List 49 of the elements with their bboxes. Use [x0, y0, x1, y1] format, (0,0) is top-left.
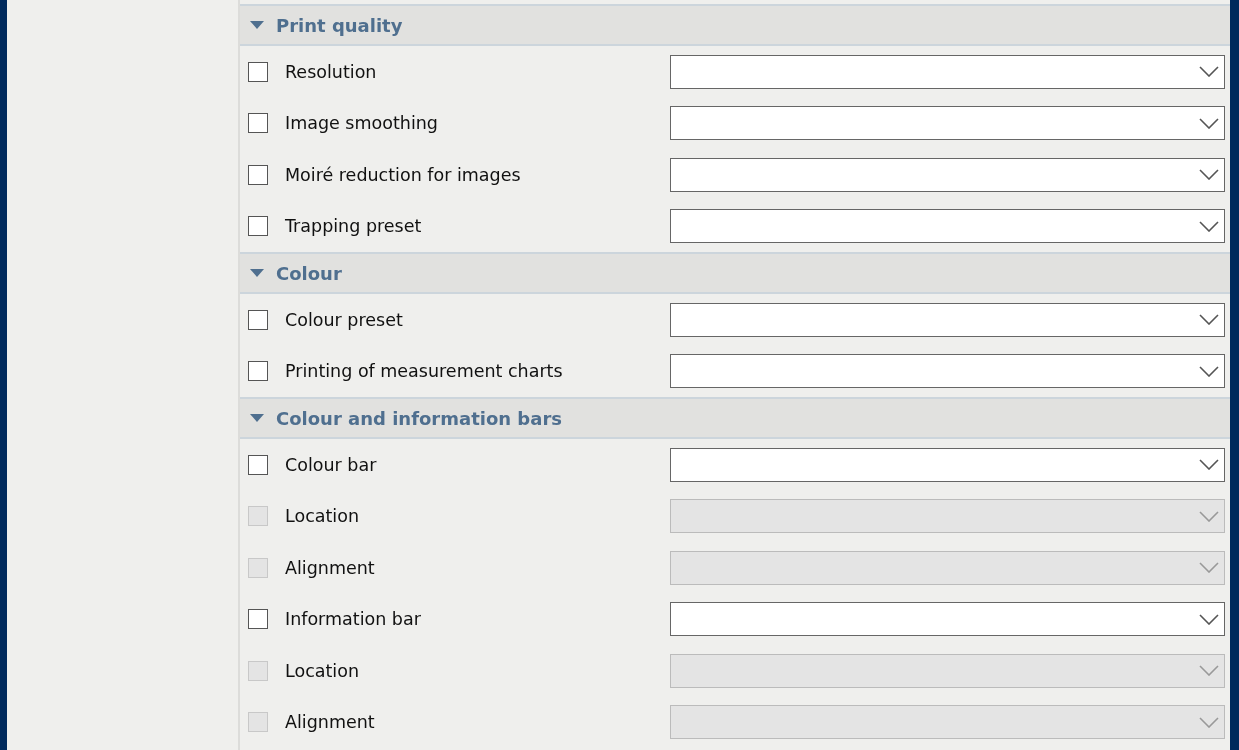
dropdown[interactable] — [670, 354, 1225, 389]
checkbox[interactable] — [248, 361, 268, 382]
dropdown[interactable] — [670, 602, 1225, 637]
chevron-down-icon — [1199, 169, 1219, 181]
section-title: Colour and information bars — [276, 407, 562, 429]
section-header[interactable]: Colour — [240, 252, 1230, 294]
chevron-down-icon — [1199, 665, 1219, 677]
chevron-down-icon — [1199, 716, 1219, 728]
dropdown[interactable] — [670, 54, 1225, 89]
setting-label: Image smoothing — [285, 113, 439, 134]
setting-label: Printing of measurement charts — [285, 361, 564, 382]
setting-label: Location — [285, 660, 361, 681]
triangle-icon — [250, 413, 264, 423]
chevron-down-icon — [1199, 613, 1219, 625]
setting-label: Alignment — [285, 557, 376, 578]
dropdown[interactable] — [670, 302, 1225, 337]
dropdown[interactable] — [670, 447, 1225, 482]
setting-label: Location — [285, 506, 361, 527]
chevron-down-icon — [1199, 314, 1219, 326]
chevron-down-icon — [1199, 365, 1219, 377]
chevron-down-icon — [1199, 459, 1219, 471]
section-title: Colour — [276, 262, 342, 284]
dropdown[interactable] — [670, 106, 1225, 141]
section-header[interactable]: Print quality — [240, 4, 1230, 46]
triangle-icon — [250, 268, 264, 278]
triangle-icon — [250, 20, 264, 30]
checkbox[interactable] — [248, 113, 268, 134]
checkbox[interactable] — [248, 61, 268, 82]
setting-label: Resolution — [285, 61, 378, 82]
checkbox[interactable] — [248, 609, 268, 630]
chevron-down-icon — [1199, 220, 1219, 232]
dropdown[interactable] — [670, 209, 1225, 244]
chevron-down-icon — [1199, 510, 1219, 522]
setting-label: Trapping preset — [285, 216, 423, 237]
chevron-down-icon — [1199, 66, 1219, 78]
chevron-down-icon — [1199, 562, 1219, 574]
checkbox[interactable] — [248, 164, 268, 185]
section-title: Print quality — [276, 14, 403, 36]
checkbox[interactable] — [248, 216, 268, 237]
setting-label: Colour bar — [285, 454, 378, 475]
dropdown[interactable] — [670, 157, 1225, 192]
setting-label: Information bar — [285, 609, 422, 630]
setting-label: Moiré reduction for images — [285, 164, 522, 185]
chevron-down-icon — [1199, 117, 1219, 129]
section-header[interactable]: Colour and information bars — [240, 397, 1230, 439]
setting-label: Colour preset — [285, 309, 404, 330]
setting-label: Alignment — [285, 712, 376, 733]
checkbox[interactable] — [248, 454, 268, 475]
checkbox[interactable] — [248, 309, 268, 330]
